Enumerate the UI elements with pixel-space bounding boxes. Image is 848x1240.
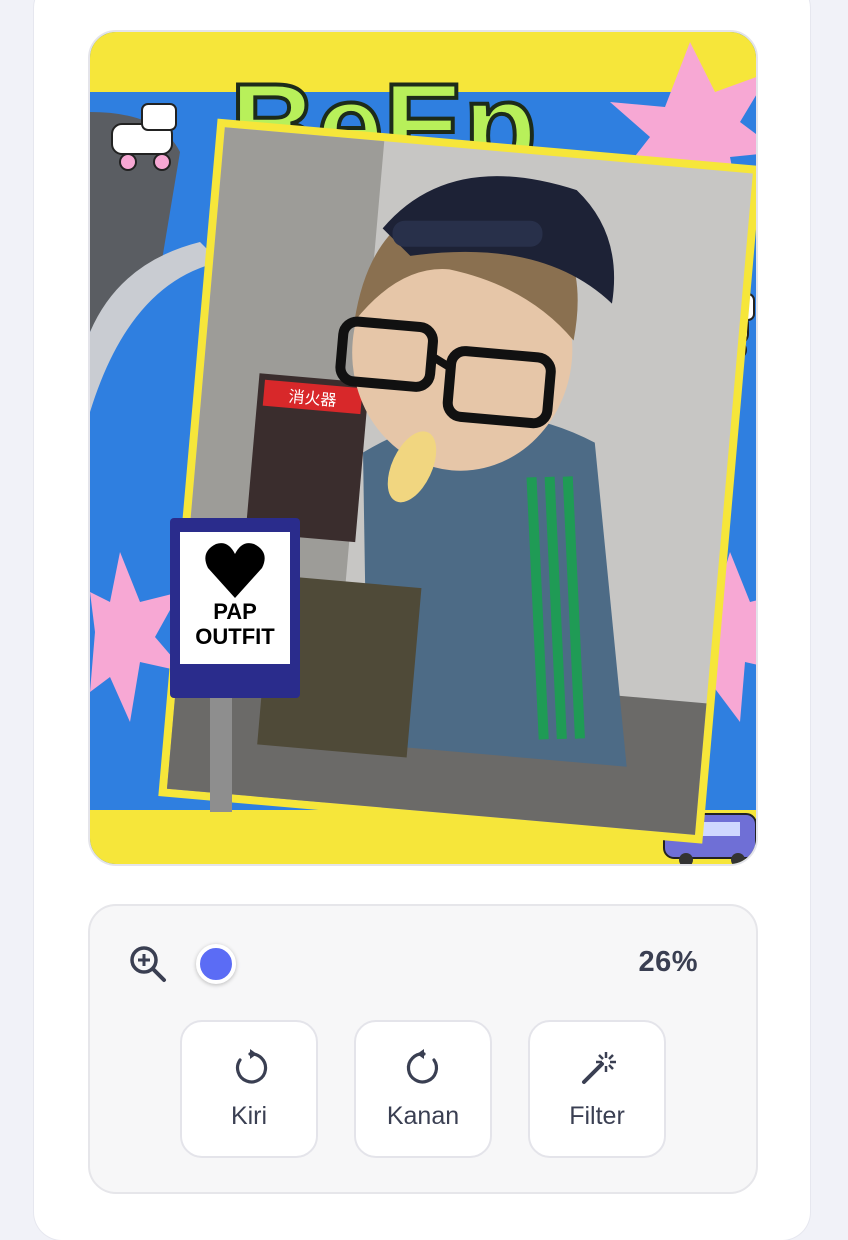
- sign-line-2: OUTFIT: [195, 624, 275, 649]
- sign-line-1: PAP: [213, 599, 257, 624]
- zoom-value: 26%: [638, 946, 698, 978]
- rotate-right-icon: [406, 1049, 439, 1084]
- edit-controls-panel: 26% Kiri Kanan Filter: [88, 904, 758, 1194]
- zoom-slider-handle[interactable]: [196, 944, 236, 984]
- filter-label: Filter: [569, 1102, 625, 1130]
- main-photo: 消火器: [158, 118, 756, 844]
- rotate-left-label: Kiri: [230, 1102, 268, 1130]
- rotate-right-button[interactable]: Kanan: [354, 1020, 492, 1158]
- filter-button[interactable]: Filter: [528, 1020, 666, 1158]
- magic-wand-icon: [582, 1052, 616, 1084]
- rotate-left-icon: [235, 1049, 268, 1084]
- photo-preview[interactable]: BeEp 消火器 PAP OUTFIT: [88, 30, 758, 866]
- zoom-in-icon[interactable]: [128, 944, 168, 984]
- rotate-right-label: Kanan: [386, 1102, 460, 1130]
- photo-collage: BeEp 消火器 PAP OUTFIT: [90, 32, 756, 864]
- rotate-left-button[interactable]: Kiri: [180, 1020, 318, 1158]
